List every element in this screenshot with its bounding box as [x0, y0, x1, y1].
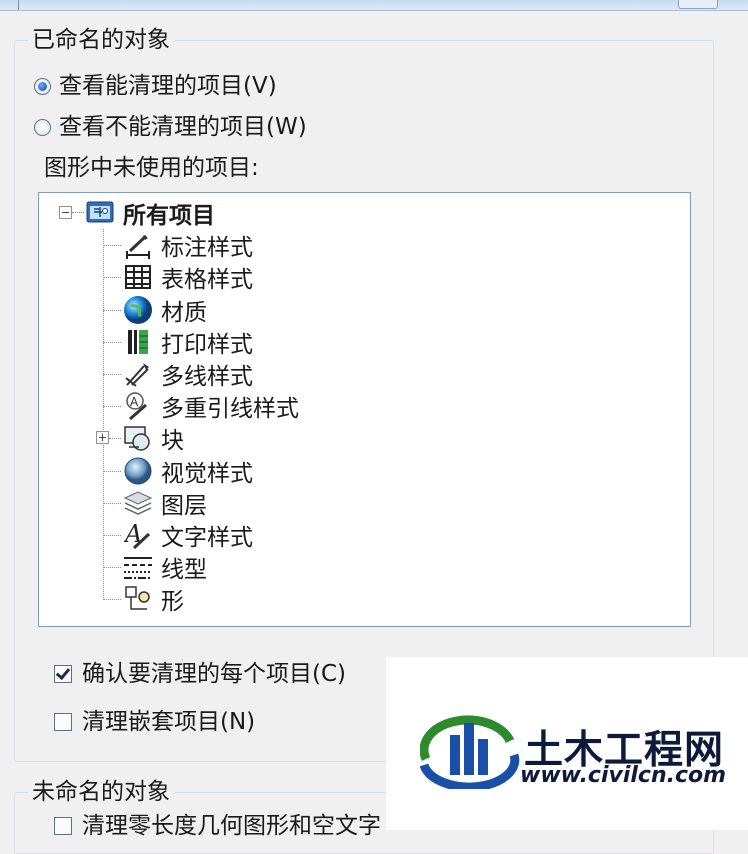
block-icon	[123, 423, 153, 453]
title-bar-icon	[0, 0, 19, 10]
unused-items-tree[interactable]: − 所有项目 标注样式 表格样式 材质 打印样式 多线样式 A 多重引线样式 +…	[38, 192, 691, 627]
tree-item-label: 表格样式	[161, 267, 253, 293]
tree-item-label: 视觉样式	[161, 461, 253, 487]
watermark-url: www.civilcn.com	[520, 763, 727, 788]
radio-not-purgeable-indicator[interactable]	[34, 118, 51, 136]
tree-connector	[103, 277, 121, 278]
zero-length-label: 清理零长度几何图形和空文字	[82, 813, 381, 839]
tree-item-table-style[interactable]: 表格样式	[123, 261, 253, 293]
tree-connector	[103, 471, 121, 472]
dimension-style-icon	[123, 230, 153, 260]
radio-purgeable-indicator[interactable]	[34, 77, 51, 95]
shape-icon	[123, 584, 153, 614]
tree-item-label: 多线样式	[161, 364, 253, 390]
check-purge-zero-length[interactable]: 清理零长度几何图形和空文字	[54, 812, 381, 840]
tree-connector	[103, 406, 121, 407]
tree-item-label: 多重引线样式	[161, 396, 299, 422]
unnamed-objects-title: 未命名的对象	[28, 778, 174, 806]
tree-item-layers[interactable]: 图层	[123, 487, 207, 519]
confirm-checkbox[interactable]	[54, 665, 72, 683]
tree-item-material[interactable]: 材质	[123, 294, 207, 326]
tree-connector	[103, 503, 121, 504]
nested-label: 清理嵌套项目(N)	[82, 709, 256, 735]
tree-connector	[72, 212, 84, 213]
radio-view-not-purgeable[interactable]: 查看不能清理的项目(W)	[34, 113, 307, 141]
linetype-icon	[123, 552, 153, 582]
tree-connector	[103, 599, 121, 600]
check-confirm-each-item[interactable]: 确认要清理的每个项目(C)	[54, 660, 346, 688]
root-collapse-toggle[interactable]: −	[59, 206, 72, 219]
tree-caption: 图形中未使用的项目:	[44, 155, 259, 181]
radio-not-purgeable-label: 查看不能清理的项目(W)	[59, 114, 307, 140]
tree-connector	[103, 245, 121, 246]
tree-item-label: 文字样式	[161, 525, 253, 551]
block-expand-toggle[interactable]: +	[96, 431, 109, 444]
tree-item-plot-style[interactable]: 打印样式	[123, 326, 253, 358]
tree-item-label: 线型	[161, 557, 207, 583]
tree-item-block[interactable]: 块	[123, 422, 184, 454]
material-globe-icon	[123, 295, 153, 325]
multiline-style-icon	[123, 359, 153, 389]
layers-icon	[123, 488, 153, 518]
dialog-title-bar	[0, 0, 748, 11]
tree-item-linetype[interactable]: 线型	[123, 551, 207, 583]
zero-length-checkbox[interactable]	[54, 817, 72, 835]
multileader-style-icon: A	[123, 391, 153, 421]
tree-connector	[103, 567, 121, 568]
tree-item-shape[interactable]: 形	[123, 583, 184, 615]
tree-item-dimension-style[interactable]: 标注样式	[123, 229, 253, 261]
confirm-label: 确认要清理的每个项目(C)	[82, 661, 347, 687]
tree-connector	[103, 310, 121, 311]
tree-connector	[109, 438, 121, 439]
visual-style-icon	[123, 456, 153, 486]
tree-connector	[103, 374, 121, 375]
tree-item-label: 块	[161, 428, 184, 454]
tree-item-multiline-style[interactable]: 多线样式	[123, 358, 253, 390]
named-objects-title: 已命名的对象	[28, 26, 174, 54]
text-style-icon: A	[123, 520, 153, 550]
tree-root-label: 所有项目	[123, 203, 215, 229]
table-style-icon	[123, 262, 153, 292]
close-button[interactable]	[678, 0, 718, 9]
tree-item-multileader-style[interactable]: A 多重引线样式	[123, 390, 299, 422]
tree-connector	[103, 229, 104, 600]
svg-text:A: A	[130, 395, 139, 409]
watermark-logo: 土木工程网 www.civilcn.com	[386, 657, 748, 830]
radio-view-purgeable[interactable]: 查看能清理的项目(V)	[34, 72, 277, 100]
tree-item-label: 标注样式	[161, 235, 253, 261]
tree-item-label: 形	[161, 589, 184, 615]
tree-root-all-items[interactable]: 所有项目	[85, 197, 215, 229]
nested-checkbox[interactable]	[54, 713, 72, 731]
radio-purgeable-label: 查看能清理的项目(V)	[59, 73, 277, 99]
tree-item-text-style[interactable]: A 文字样式	[123, 519, 253, 551]
all-items-icon	[85, 198, 115, 228]
tree-item-label: 打印样式	[161, 332, 253, 358]
tree-connector	[103, 342, 121, 343]
check-purge-nested[interactable]: 清理嵌套项目(N)	[54, 708, 255, 736]
civilcn-logo-icon	[420, 715, 520, 789]
tree-item-label: 图层	[161, 493, 207, 519]
tree-item-label: 材质	[161, 300, 207, 326]
tree-connector	[103, 535, 121, 536]
plot-style-icon	[123, 327, 153, 357]
tree-item-visual-style[interactable]: 视觉样式	[123, 455, 253, 487]
